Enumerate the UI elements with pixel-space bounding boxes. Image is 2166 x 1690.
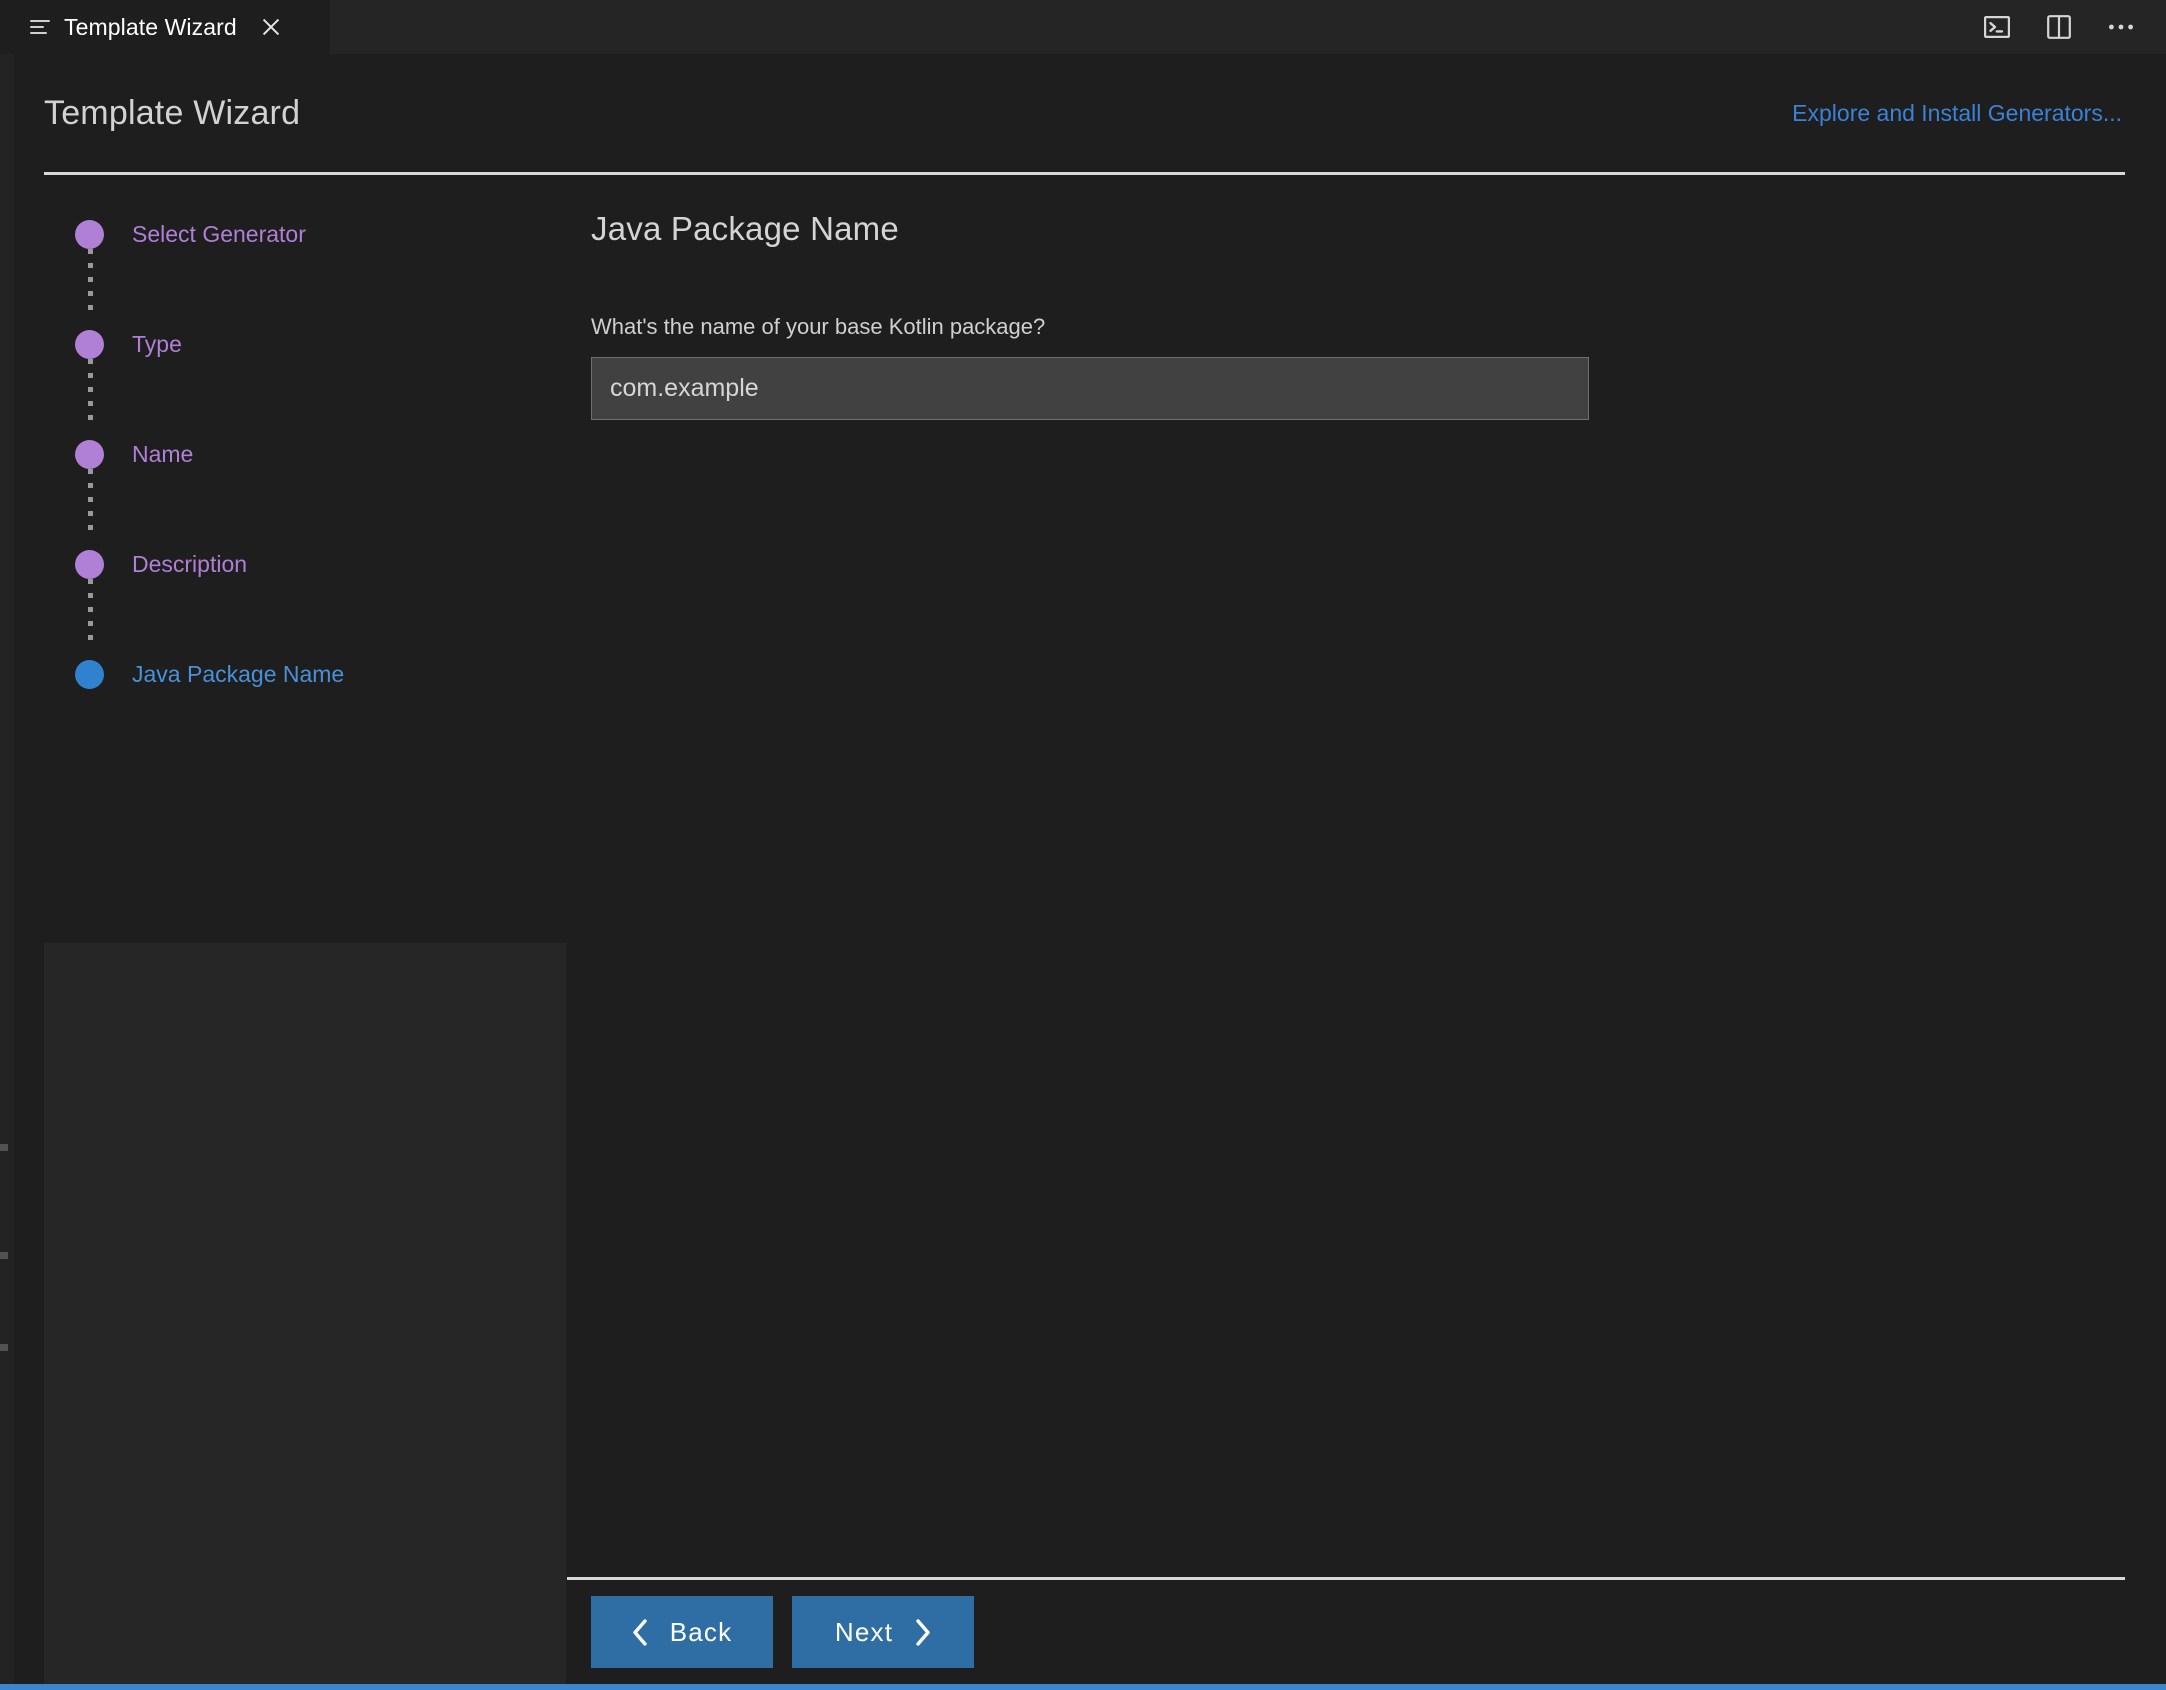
status-bar [0,1684,2166,1690]
step-dot-icon [75,440,104,469]
content-inner: Java Package Name What's the name of you… [567,175,2166,1577]
wizard-body: Select Generator Type Name Description J… [0,175,2166,1684]
next-button-label: Next [835,1617,893,1648]
preview-panel [44,943,566,1684]
close-icon[interactable] [257,13,285,41]
terminal-icon[interactable] [1980,10,2014,44]
field-question-label: What's the name of your base Kotlin pack… [591,314,2166,340]
wizard-content: Java Package Name What's the name of you… [567,175,2166,1684]
steps-sidebar: Select Generator Type Name Description J… [0,175,567,1684]
sidebar-step-name[interactable]: Name [44,439,567,469]
step-connector [88,469,93,535]
tab-template-wizard[interactable]: Template Wizard [0,0,330,54]
step-label: Name [132,441,193,468]
page-title: Template Wizard [44,94,300,133]
step-label: Select Generator [132,221,306,248]
tab-bar-actions [1980,0,2166,54]
tab-bar: Template Wizard [0,0,2166,54]
explore-install-generators-link[interactable]: Explore and Install Generators... [1792,100,2122,127]
list-icon [30,20,50,34]
steps-list: Select Generator Type Name Description J… [0,175,567,689]
wizard-footer: Back Next [567,1580,2166,1684]
tab-label: Template Wizard [64,14,237,41]
step-label: Java Package Name [132,661,344,688]
content-title: Java Package Name [591,210,2166,248]
step-label: Description [132,551,247,578]
chevron-left-icon [632,1619,648,1646]
chevron-right-icon [915,1619,931,1646]
more-actions-icon[interactable] [2104,10,2138,44]
sidebar-step-select-generator[interactable]: Select Generator [44,219,567,249]
step-dot-icon [75,220,104,249]
sidebar-step-description[interactable]: Description [44,549,567,579]
java-package-name-input[interactable] [591,357,1589,420]
split-editor-icon[interactable] [2042,10,2076,44]
back-button-label: Back [670,1617,733,1648]
sidebar-step-type[interactable]: Type [44,329,567,359]
next-button[interactable]: Next [792,1596,974,1668]
step-connector [88,249,93,315]
sidebar-step-java-package-name[interactable]: Java Package Name [44,659,567,689]
step-label: Type [132,331,182,358]
step-dot-icon [75,330,104,359]
step-dot-icon [75,660,104,689]
step-dot-icon [75,550,104,579]
back-button[interactable]: Back [591,1596,773,1668]
page-header: Template Wizard Explore and Install Gene… [0,54,2166,172]
step-connector [88,579,93,645]
step-connector [88,359,93,425]
